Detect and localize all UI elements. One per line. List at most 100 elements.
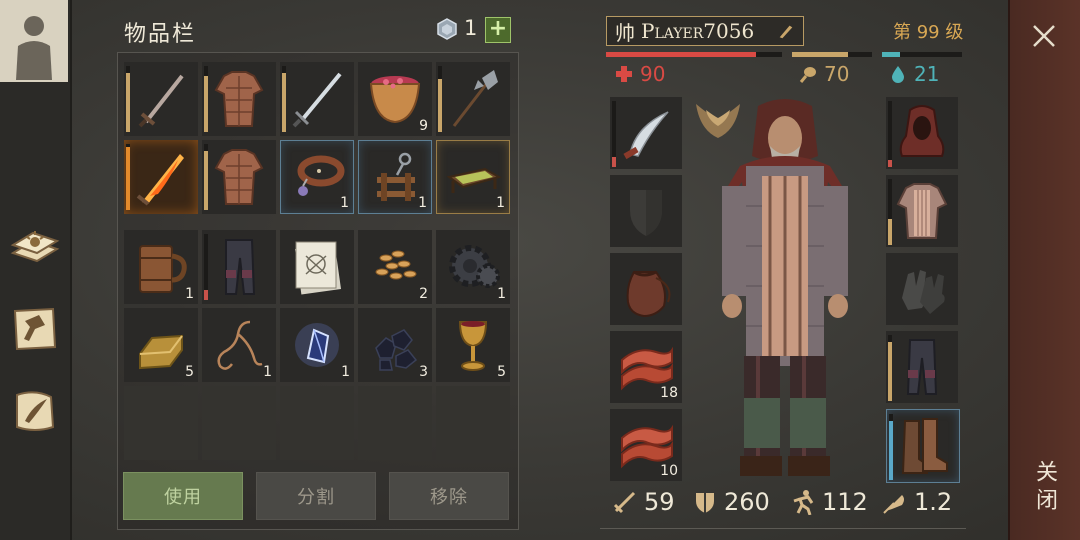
inventory-slot[interactable]: 2	[358, 230, 432, 304]
character-model	[722, 99, 848, 476]
grain-seeds-icon	[375, 250, 417, 280]
weapon-slot[interactable]	[610, 97, 682, 169]
inventory-slot[interactable]	[280, 62, 354, 136]
durability-bar	[204, 144, 208, 210]
durability-bar	[204, 66, 208, 132]
shield-slot[interactable]	[610, 175, 682, 247]
inventory-slot[interactable]	[202, 140, 276, 214]
split-button[interactable]: 分割	[256, 472, 376, 520]
wooden-tray-icon	[446, 167, 502, 193]
empty-inventory-slot[interactable]	[358, 386, 432, 460]
inventory-slot[interactable]: 1	[280, 140, 354, 214]
leather-collar-icon	[297, 155, 345, 196]
food-slot[interactable]: 10	[610, 409, 682, 481]
remove-button[interactable]: 移除	[389, 472, 509, 520]
sword-attack-icon	[613, 491, 636, 514]
rope-icon	[217, 320, 263, 370]
durability-bar	[126, 144, 130, 210]
scroll-map-icon	[294, 241, 342, 295]
item-count: 1	[263, 364, 272, 380]
padded-armor-icon	[214, 149, 264, 205]
water-drop-icon	[892, 66, 904, 83]
player-name: Player7056	[641, 19, 755, 43]
attack-stat: 59	[612, 488, 675, 516]
speed-value: 112	[822, 488, 868, 516]
armor-stat: 260	[692, 488, 770, 516]
coal-icon	[375, 329, 418, 371]
close-label[interactable]: 关闭	[1030, 460, 1060, 516]
crafting-tab-button[interactable]	[4, 298, 66, 360]
steel-sword-icon	[292, 72, 342, 128]
inventory-slot[interactable]	[124, 140, 198, 214]
gloves-icon	[902, 270, 945, 314]
food-stat: 70	[798, 62, 849, 86]
empty-inventory-slot[interactable]	[202, 386, 276, 460]
food-slot[interactable]: 18	[610, 331, 682, 403]
inventory-slot[interactable]: 5	[124, 308, 198, 382]
legs-slot[interactable]	[886, 331, 958, 403]
inventory-slot[interactable]: 1	[436, 140, 510, 214]
food-value: 70	[824, 62, 850, 86]
speed-stat: 112	[790, 488, 868, 516]
armor-value: 260	[724, 488, 770, 516]
halberd-icon	[452, 70, 498, 127]
health-cross-icon	[616, 66, 632, 82]
use-button[interactable]: 使用	[123, 472, 243, 520]
add-gems-button[interactable]: +	[485, 17, 511, 43]
running-icon	[793, 490, 814, 515]
inventory-slot[interactable]: 1	[436, 230, 510, 304]
weight-feather-icon	[883, 495, 904, 514]
inventory-slot[interactable]	[202, 62, 276, 136]
water-value: 21	[914, 62, 940, 86]
head-slot[interactable]	[886, 97, 958, 169]
inventory-slot[interactable]: 1	[358, 140, 432, 214]
health-value: 90	[640, 62, 666, 86]
inventory-slot[interactable]: 3	[358, 308, 432, 382]
item-count: 1	[497, 286, 506, 302]
close-panel[interactable]	[1008, 0, 1080, 540]
health-bar	[606, 52, 782, 57]
inventory-slot[interactable]: 1	[280, 308, 354, 382]
empty-inventory-slot[interactable]	[436, 386, 510, 460]
inventory-slot[interactable]: 9	[358, 62, 432, 136]
item-count: 3	[419, 364, 428, 380]
inventory-slot[interactable]	[202, 230, 276, 304]
character-silhouette-icon	[16, 16, 52, 80]
player-name-box[interactable]: 帅 Player7056	[606, 16, 804, 46]
hands-slot[interactable]	[886, 253, 958, 325]
weight-value: 1.2	[914, 488, 953, 516]
player-level: 第 99 级	[893, 22, 964, 43]
inventory-slot[interactable]	[280, 230, 354, 304]
empty-inventory-slot[interactable]	[280, 386, 354, 460]
player-emblem: 帅	[615, 20, 635, 45]
inventory-slot[interactable]	[124, 62, 198, 136]
leather-pouch-icon	[626, 270, 671, 318]
feet-slot[interactable]	[886, 409, 960, 483]
character-tab-button[interactable]	[0, 0, 68, 82]
leather-pants-icon	[225, 239, 256, 295]
inventory-slot[interactable]: 5	[436, 308, 510, 382]
durability-bar	[282, 66, 286, 132]
close-icon[interactable]	[1020, 14, 1068, 58]
empty-inventory-slot[interactable]	[124, 386, 198, 460]
durability-bar	[126, 66, 130, 132]
attack-value: 59	[644, 488, 675, 516]
chest-slot[interactable]	[886, 175, 958, 247]
weight-stat: 1.2	[882, 488, 952, 516]
divider	[600, 528, 966, 529]
quill-edit-icon[interactable]	[777, 22, 795, 40]
pants-icon	[906, 339, 938, 395]
inventory-slot[interactable]	[436, 62, 510, 136]
bag-slot[interactable]	[610, 253, 682, 325]
gear-icon	[449, 245, 500, 288]
gem-count: 1	[464, 16, 478, 40]
inventory-slot[interactable]: 1	[202, 308, 276, 382]
hex-gem-icon	[437, 18, 457, 40]
chainmail-shirt-icon	[896, 183, 948, 239]
inventory-slot[interactable]: 1	[124, 230, 198, 304]
item-count: 5	[497, 364, 506, 380]
journal-tab-button[interactable]	[4, 212, 66, 274]
sword-icon	[138, 74, 184, 128]
crystal-icon	[295, 323, 339, 367]
quests-tab-button[interactable]	[4, 380, 66, 442]
